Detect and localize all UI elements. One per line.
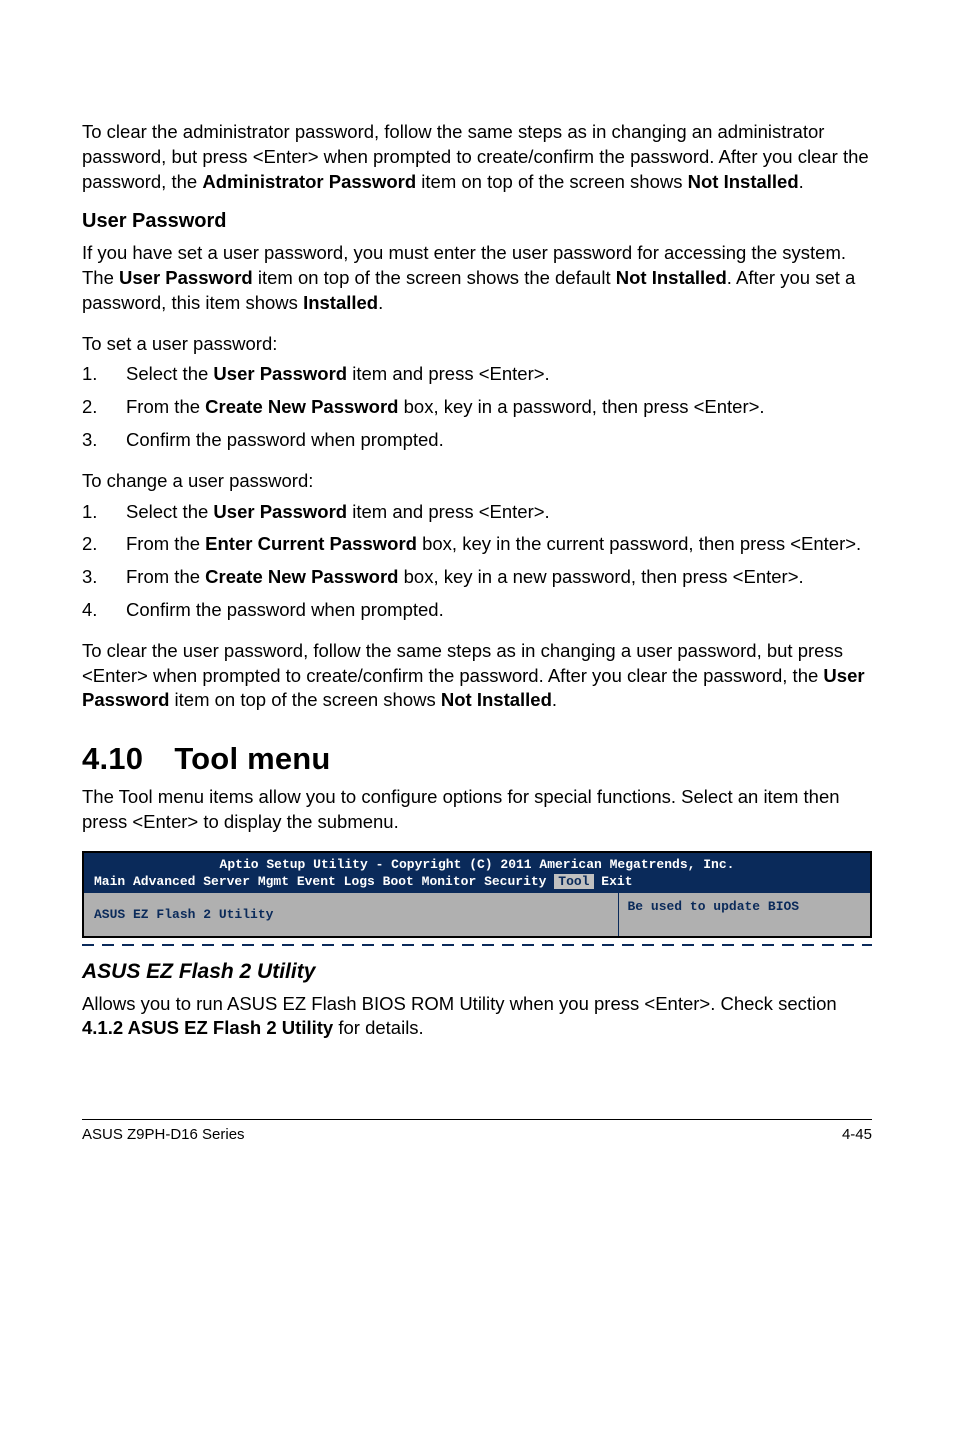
list-number: 3. [82,428,126,453]
bios-menu-bar: Main Advanced Server Mgmt Event Logs Boo… [84,872,870,893]
list-item: 2.From the Create New Password box, key … [82,395,872,420]
change-password-list: 1.Select the User Password item and pres… [82,500,872,623]
bios-title: Aptio Setup Utility - Copyright (C) 2011… [84,853,870,872]
text: From the [126,566,205,587]
admin-clear-paragraph: To clear the administrator password, fol… [82,120,872,194]
text: box, key in a password, then press <Ente… [398,396,764,417]
list-item: 2.From the Enter Current Password box, k… [82,532,872,557]
list-number: 4. [82,598,126,623]
text-bold: User Password [119,267,253,288]
text: Allows you to run ASUS EZ Flash BIOS ROM… [82,993,837,1014]
text-bold: Installed [303,292,378,313]
text: To clear the user password, follow the s… [82,640,843,686]
list-number: 1. [82,362,126,387]
bios-screenshot: Aptio Setup Utility - Copyright (C) 2011… [82,851,872,938]
ez-flash-heading: ASUS EZ Flash 2 Utility [82,960,872,984]
list-number: 3. [82,565,126,590]
text: item and press <Enter>. [347,501,550,522]
text: box, key in a new password, then press <… [398,566,803,587]
set-password-lead: To set a user password: [82,332,872,357]
user-password-heading: User Password [82,210,872,233]
bios-right-pane: Be used to update BIOS [618,893,870,936]
list-item: 4.Confirm the password when prompted. [82,598,872,623]
list-item: 3.From the Create New Password box, key … [82,565,872,590]
user-password-intro: If you have set a user password, you mus… [82,241,872,315]
bios-menu-items: Exit [594,874,633,889]
footer-page-number: 4-45 [842,1126,872,1143]
text: Select the [126,501,213,522]
tool-menu-intro: The Tool menu items allow you to configu… [82,785,872,835]
text-bold: User Password [213,363,347,384]
text-bold: Administrator Password [202,171,416,192]
text-bold: Not Installed [688,171,799,192]
set-password-list: 1.Select the User Password item and pres… [82,362,872,452]
list-item: 1.Select the User Password item and pres… [82,500,872,525]
list-number: 2. [82,532,126,557]
text: item on top of the screen shows [416,171,687,192]
bios-menu-selected: Tool [554,874,593,889]
footer-rule [82,1119,872,1120]
user-clear-paragraph: To clear the user password, follow the s… [82,639,872,713]
change-password-lead: To change a user password: [82,469,872,494]
list-item: 3.Confirm the password when prompted. [82,428,872,453]
text-bold: Not Installed [441,689,552,710]
ez-flash-paragraph: Allows you to run ASUS EZ Flash BIOS ROM… [82,992,872,1042]
page-footer: ASUS Z9PH-D16 Series 4-45 [82,1126,872,1143]
text: . [799,171,804,192]
list-number: 2. [82,395,126,420]
text: Select the [126,363,213,384]
text: Confirm the password when prompted. [126,429,444,450]
list-number: 1. [82,500,126,525]
text: Confirm the password when prompted. [126,599,444,620]
footer-product: ASUS Z9PH-D16 Series [82,1126,245,1143]
text: item on top of the screen shows the defa… [253,267,616,288]
text-bold: 4.1.2 ASUS EZ Flash 2 Utility [82,1017,333,1038]
bios-menu-items: Main Advanced Server Mgmt Event Logs Boo… [94,874,554,889]
bios-dashed-border [82,944,872,946]
bios-left-pane: ASUS EZ Flash 2 Utility [84,893,618,936]
text: item on top of the screen shows [169,689,440,710]
text-bold: Enter Current Password [205,533,417,554]
tool-menu-heading: 4.10 Tool menu [82,741,872,777]
text: . [378,292,383,313]
text: box, key in the current password, then p… [417,533,861,554]
text: item and press <Enter>. [347,363,550,384]
text-bold: Not Installed [616,267,727,288]
text-bold: Create New Password [205,396,398,417]
text: From the [126,396,205,417]
text-bold: User Password [213,501,347,522]
text: From the [126,533,205,554]
text: . [552,689,557,710]
list-item: 1.Select the User Password item and pres… [82,362,872,387]
text-bold: Create New Password [205,566,398,587]
text: for details. [333,1017,424,1038]
